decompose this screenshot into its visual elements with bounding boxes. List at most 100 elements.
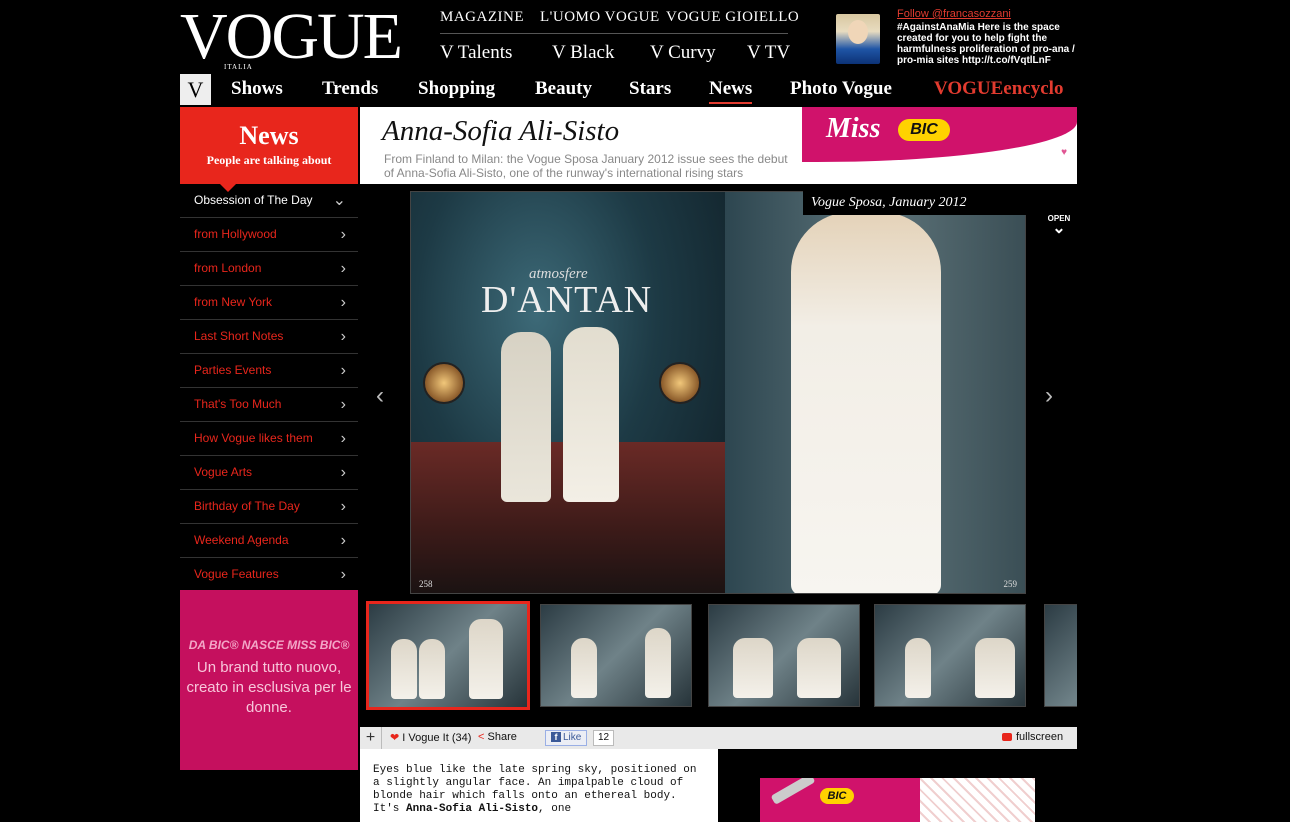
nav-v-tv[interactable]: V TV <box>747 42 790 64</box>
heart-icon: ❤ <box>390 732 400 744</box>
section-title: News <box>239 121 299 150</box>
sidebar-item-label: Vogue Features <box>194 567 279 581</box>
thumbnail-2[interactable] <box>540 604 692 707</box>
gallery-thumbnails <box>366 600 1077 711</box>
bottom-ad-banner[interactable]: BIC <box>760 778 1035 822</box>
chevron-right-icon: › <box>340 566 346 583</box>
article-description: From Finland to Milan: the Vogue Sposa J… <box>384 152 788 180</box>
side-ad-body: Un brand tutto nuovo, creato in esclusiv… <box>186 659 352 716</box>
bottom-ad-bic-logo: BIC <box>820 788 854 804</box>
article-header: Anna-Sofia Ali-Sisto From Finland to Mil… <box>360 107 802 184</box>
article-text-cont: , one <box>538 803 572 815</box>
vogue-it-button[interactable]: ❤ I Vogue It (34) <box>390 731 471 744</box>
section-header: News People are talking about <box>180 107 358 192</box>
sidebar-item-label: Last Short Notes <box>194 329 284 343</box>
thumbnail-1-selected[interactable] <box>366 601 530 710</box>
page-number-right: 259 <box>1003 579 1018 589</box>
chevron-right-icon: › <box>340 396 346 413</box>
top-ad-banner[interactable]: Miss BIC ♥ <box>802 107 1077 184</box>
article-body: Eyes blue like the late spring sky, posi… <box>360 749 718 822</box>
sidebar-item-from-new-york[interactable]: from New York › <box>180 286 358 320</box>
chevron-right-icon: › <box>340 294 346 311</box>
nav-magazine[interactable]: MAGAZINE <box>440 9 524 26</box>
sidebar-item-parties-events[interactable]: Parties Events › <box>180 354 358 388</box>
chevron-down-icon: ⌄ <box>1052 220 1066 237</box>
sidebar-item-last-short-notes[interactable]: Last Short Notes › <box>180 320 358 354</box>
photo-headline: D'ANTAN <box>481 279 653 321</box>
twitter-avatar[interactable] <box>836 14 880 64</box>
fullscreen-icon <box>1002 733 1012 742</box>
mainnav-vogueencyclo[interactable]: VOGUEencyclo <box>934 78 1063 100</box>
gallery-prev-arrow[interactable]: ‹ <box>376 382 384 410</box>
chevron-right-icon: › <box>340 532 346 549</box>
side-ad-headline: DA BIC® NASCE MISS BIC® <box>188 638 350 652</box>
logo-text: VOGUE <box>180 0 403 73</box>
facebook-like-button[interactable]: f Like <box>545 730 588 746</box>
sidebar-item-how-vogue-likes-them[interactable]: How Vogue likes them › <box>180 422 358 456</box>
mainnav-shopping[interactable]: Shopping <box>418 78 495 100</box>
sidebar-item-obsession-of-the-day[interactable]: Obsession of The Day ⌄ <box>180 184 358 218</box>
sidebar-item-thats-too-much[interactable]: That's Too Much › <box>180 388 358 422</box>
share-button[interactable]: < Share <box>478 731 517 743</box>
v-home-button[interactable]: V <box>180 74 211 105</box>
mainnav-photo-vogue[interactable]: Photo Vogue <box>790 78 892 100</box>
vogue-logo[interactable]: VOGUE ITALIA <box>180 4 403 72</box>
section-subtitle: People are talking about <box>206 153 332 167</box>
like-label: Like <box>563 732 582 743</box>
mainnav-news[interactable]: News <box>709 78 753 104</box>
add-icon[interactable]: + <box>360 727 382 749</box>
sidebar-item-weekend-agenda[interactable]: Weekend Agenda › <box>180 524 358 558</box>
fullscreen-label: fullscreen <box>1016 731 1064 743</box>
fullscreen-button[interactable]: fullscreen <box>1002 731 1063 743</box>
twitter-follow-link[interactable]: Follow @francasozzani <box>897 8 1011 20</box>
nav-v-black[interactable]: V Black <box>552 42 614 64</box>
sidebar-item-label: Parties Events <box>194 363 272 377</box>
chevron-right-icon: › <box>340 226 346 243</box>
gallery-next-arrow[interactable]: › <box>1045 382 1053 410</box>
article-bold-name: Anna-Sofia Ali-Sisto <box>406 803 539 815</box>
facebook-icon: f <box>551 732 561 742</box>
share-label: Share <box>487 731 517 743</box>
side-ad-miss-bic[interactable]: DA BIC® NASCE MISS BIC® Un brand tutto n… <box>180 590 358 770</box>
page-number-left: 258 <box>419 579 433 589</box>
chevron-right-icon: › <box>340 260 346 277</box>
sidebar-item-label: from London <box>194 261 262 275</box>
share-icon: < <box>478 731 485 743</box>
sidebar-item-birthday-of-the-day[interactable]: Birthday of The Day › <box>180 490 358 524</box>
ad-miss-text: Miss <box>826 113 881 144</box>
sidebar-item-label: Vogue Arts <box>194 465 253 479</box>
thumbnail-4[interactable] <box>874 604 1026 707</box>
mainnav-shows[interactable]: Shows <box>231 78 283 100</box>
sidebar-item-from-london[interactable]: from London › <box>180 252 358 286</box>
nav-luomo-vogue[interactable]: L'UOMO VOGUE <box>540 9 660 26</box>
main-nav: V Shows Trends Shopping Beauty Stars New… <box>180 74 1077 105</box>
ad-bic-logo: BIC <box>898 119 950 141</box>
vogue-it-label: I Vogue It (34) <box>402 732 472 744</box>
nav-v-curvy[interactable]: V Curvy <box>650 42 716 64</box>
chevron-right-icon: › <box>340 464 346 481</box>
sidebar-item-from-hollywood[interactable]: from Hollywood › <box>180 218 358 252</box>
twitter-tweet-text: #AgainstAnaMia Here is the space created… <box>897 22 1075 66</box>
mainnav-beauty[interactable]: Beauty <box>535 78 592 100</box>
social-toolbar: + ❤ I Vogue It (34) < Share f Like 12 ful… <box>360 727 1077 749</box>
thumbnail-5[interactable] <box>1044 604 1077 707</box>
mainnav-stars[interactable]: Stars <box>629 78 671 100</box>
gallery-open-button[interactable]: OPEN ⌄ <box>1045 214 1073 237</box>
chevron-right-icon: › <box>340 362 346 379</box>
article-title: Anna-Sofia Ali-Sisto <box>382 115 620 147</box>
like-count: 12 <box>593 730 615 746</box>
sidebar-item-label: Obsession of The Day <box>194 193 313 207</box>
nav-v-talents[interactable]: V Talents <box>440 42 512 64</box>
gallery-main-photo[interactable]: atmosfere D'ANTAN 258 259 <box>410 191 1026 594</box>
nav-vogue-gioiello[interactable]: VOGUE GIOIELLO <box>666 9 799 26</box>
chevron-right-icon: › <box>340 328 346 345</box>
mainnav-trends[interactable]: Trends <box>322 78 378 100</box>
chevron-down-icon: ⌄ <box>332 192 346 209</box>
chevron-right-icon: › <box>340 498 346 515</box>
top-nav-divider <box>440 33 788 34</box>
sidebar-item-vogue-arts[interactable]: Vogue Arts › <box>180 456 358 490</box>
thumbnail-3[interactable] <box>708 604 860 707</box>
sidebar-item-label: from New York <box>194 295 273 309</box>
sidebar-item-label: Birthday of The Day <box>194 499 300 513</box>
sidebar-item-vogue-features[interactable]: Vogue Features › <box>180 558 358 592</box>
